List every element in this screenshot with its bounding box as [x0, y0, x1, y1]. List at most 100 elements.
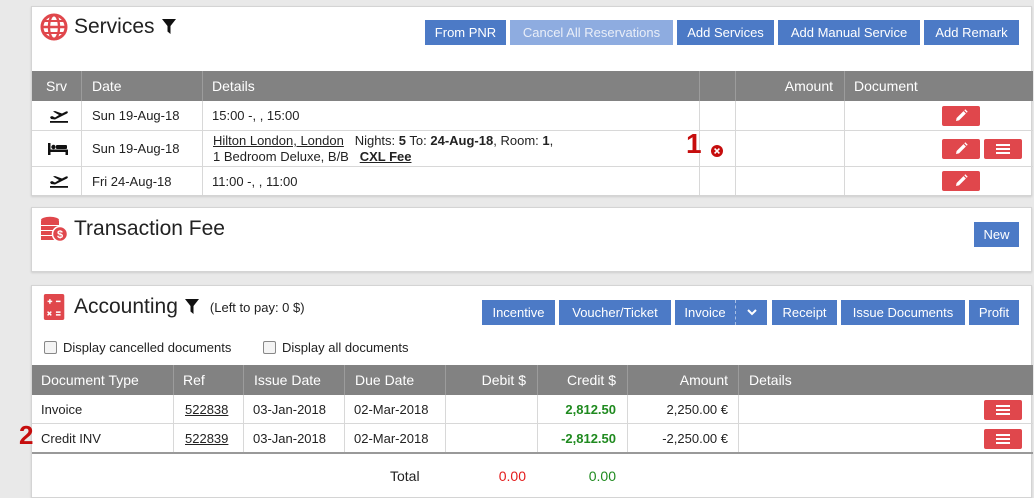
doc-type: Invoice: [41, 401, 83, 417]
menu-button[interactable]: [984, 400, 1022, 420]
coins-dollar-icon: $: [41, 216, 68, 243]
credit-value: 2,812.50: [565, 401, 616, 417]
total-label: Total: [390, 468, 420, 484]
service-row: Sun 19-Aug-18 Hilton London, London Nigh…: [32, 131, 1033, 167]
transaction-fee-panel: $ Transaction Fee New: [31, 207, 1032, 272]
col-issue-date: Issue Date: [243, 365, 344, 395]
display-all-checkbox[interactable]: [263, 341, 276, 354]
pencil-icon: [956, 109, 968, 121]
profit-button[interactable]: Profit: [969, 300, 1019, 325]
col-document-type: Document Type: [41, 372, 139, 388]
transaction-fee-title: Transaction Fee: [74, 217, 225, 240]
services-header: Services: [40, 13, 176, 41]
plane-departure-icon: [50, 176, 68, 188]
from-pnr-button[interactable]: From PNR: [425, 20, 506, 45]
add-remark-button[interactable]: Add Remark: [924, 20, 1019, 45]
services-title: Services: [74, 15, 155, 38]
to-value: 24-Aug-18: [430, 133, 494, 148]
accounting-header: Accounting (Left to pay: 0 $): [42, 292, 305, 322]
cancel-all-reservations-button[interactable]: Cancel All Reservations: [510, 20, 673, 45]
col-details: Details: [202, 71, 699, 101]
accounting-table-header: Document Type Ref Issue Date Due Date De…: [32, 365, 1033, 395]
amount-value: 2,250.00 €: [666, 401, 728, 417]
service-details: 15:00 -, , 15:00: [212, 108, 300, 123]
filter-icon[interactable]: [161, 19, 176, 35]
menu-button[interactable]: [984, 139, 1022, 159]
bed-icon: [48, 143, 68, 155]
service-date: Sun 19-Aug-18: [92, 141, 180, 156]
cxl-fee-link[interactable]: CXL Fee: [360, 149, 412, 164]
debit-value: [445, 395, 526, 423]
credit-value: -2,812.50: [561, 430, 616, 446]
accounting-row: Credit INV 522839 03-Jan-2018 02-Mar-201…: [32, 424, 1033, 454]
totals-row: Total 0.00 0.00: [32, 457, 1033, 495]
accounting-row: Invoice 522838 03-Jan-2018 02-Mar-2018 2…: [32, 395, 1033, 424]
cancelled-status-icon: [711, 145, 723, 157]
doc-ref-link[interactable]: 522839: [185, 424, 228, 452]
edit-button[interactable]: [942, 106, 980, 126]
filter-icon[interactable]: [184, 299, 199, 315]
svg-text:$: $: [57, 229, 63, 241]
edit-button[interactable]: [942, 139, 980, 159]
due-date: 02-Mar-2018: [354, 401, 429, 417]
col-due-date: Due Date: [344, 365, 445, 395]
display-all-label: Display all documents: [282, 340, 409, 355]
col-details: Details: [738, 365, 1033, 395]
plane-departure-icon: [50, 111, 68, 123]
annotation-marker-1: 1: [686, 128, 702, 159]
col-srv: Srv: [46, 78, 67, 94]
total-debit: 0.00: [498, 468, 526, 484]
service-details: 11:00 -, , 11:00: [212, 173, 298, 189]
globe-icon: [40, 13, 68, 41]
annotation-marker-2: 2: [19, 420, 34, 450]
col-amount: Amount: [735, 71, 844, 101]
hotel-details: Hilton London, London Nights: 5 To: 24-A…: [213, 133, 554, 164]
col-credit: Credit $: [537, 365, 627, 395]
hotel-link[interactable]: Hilton London, London: [213, 133, 344, 148]
room-value: 1: [542, 133, 550, 148]
col-date: Date: [81, 71, 202, 101]
display-all-option[interactable]: Display all documents: [263, 340, 408, 355]
edit-button[interactable]: [942, 171, 980, 191]
display-cancelled-checkbox[interactable]: [44, 341, 57, 354]
transaction-fee-header: $ Transaction Fee: [40, 215, 225, 243]
menu-button[interactable]: [984, 429, 1022, 449]
col-ref: Ref: [173, 365, 243, 395]
add-services-button[interactable]: Add Services: [677, 20, 774, 45]
total-credit: 0.00: [588, 468, 616, 484]
nights-label: Nights:: [354, 133, 396, 148]
issue-date: 03-Jan-2018: [253, 430, 326, 446]
invoice-dropdown-button[interactable]: [735, 300, 767, 325]
issue-documents-button[interactable]: Issue Documents: [841, 300, 965, 325]
accounting-panel: Accounting (Left to pay: 0 $) Incentive …: [31, 285, 1033, 498]
new-fee-button[interactable]: New: [974, 222, 1019, 247]
services-panel: Services From PNR Cancel All Reservation…: [31, 6, 1033, 196]
hamburger-icon: [996, 434, 1010, 444]
issue-date: 03-Jan-2018: [253, 401, 326, 417]
pencil-icon: [956, 142, 968, 154]
col-debit: Debit $: [445, 365, 537, 395]
debit-value: [445, 424, 526, 452]
display-cancelled-option[interactable]: Display cancelled documents: [44, 340, 231, 355]
col-amount: Amount: [627, 365, 738, 395]
amount-value: -2,250.00 €: [662, 430, 728, 446]
to-label: To:: [409, 133, 427, 148]
nights-value: 5: [398, 133, 407, 148]
service-row: Sun 19-Aug-18 15:00 -, , 15:00: [32, 101, 1033, 131]
doc-ref-link[interactable]: 522838: [185, 395, 228, 423]
add-manual-service-button[interactable]: Add Manual Service: [778, 20, 920, 45]
receipt-button[interactable]: Receipt: [772, 300, 837, 325]
services-table-header: Srv Date Details Amount Document: [32, 71, 1033, 101]
col-status: [699, 71, 735, 101]
hamburger-icon: [996, 144, 1010, 154]
accounting-title: Accounting: [74, 295, 178, 318]
calculator-icon: [43, 294, 65, 320]
room-label: Room:: [500, 133, 539, 148]
voucher-ticket-button[interactable]: Voucher/Ticket: [559, 300, 671, 325]
service-date: Sun 19-Aug-18: [92, 108, 180, 123]
hamburger-icon: [996, 405, 1010, 415]
service-date: Fri 24-Aug-18: [92, 173, 172, 189]
display-cancelled-label: Display cancelled documents: [63, 340, 232, 355]
incentive-button[interactable]: Incentive: [482, 300, 555, 325]
invoice-button[interactable]: Invoice: [675, 300, 735, 325]
